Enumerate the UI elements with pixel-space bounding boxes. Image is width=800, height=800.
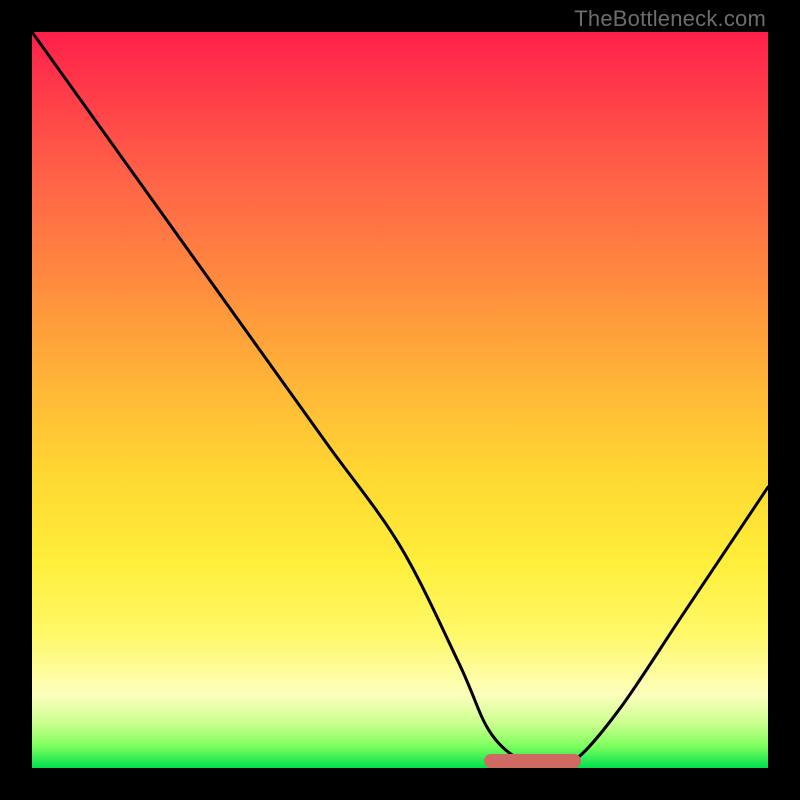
bottleneck-curve bbox=[32, 32, 768, 768]
optimal-range-marker bbox=[484, 754, 580, 768]
plot-area bbox=[32, 32, 768, 768]
watermark-text: TheBottleneck.com bbox=[574, 6, 766, 32]
curve-path bbox=[32, 32, 768, 766]
chart-frame: TheBottleneck.com bbox=[0, 0, 800, 800]
